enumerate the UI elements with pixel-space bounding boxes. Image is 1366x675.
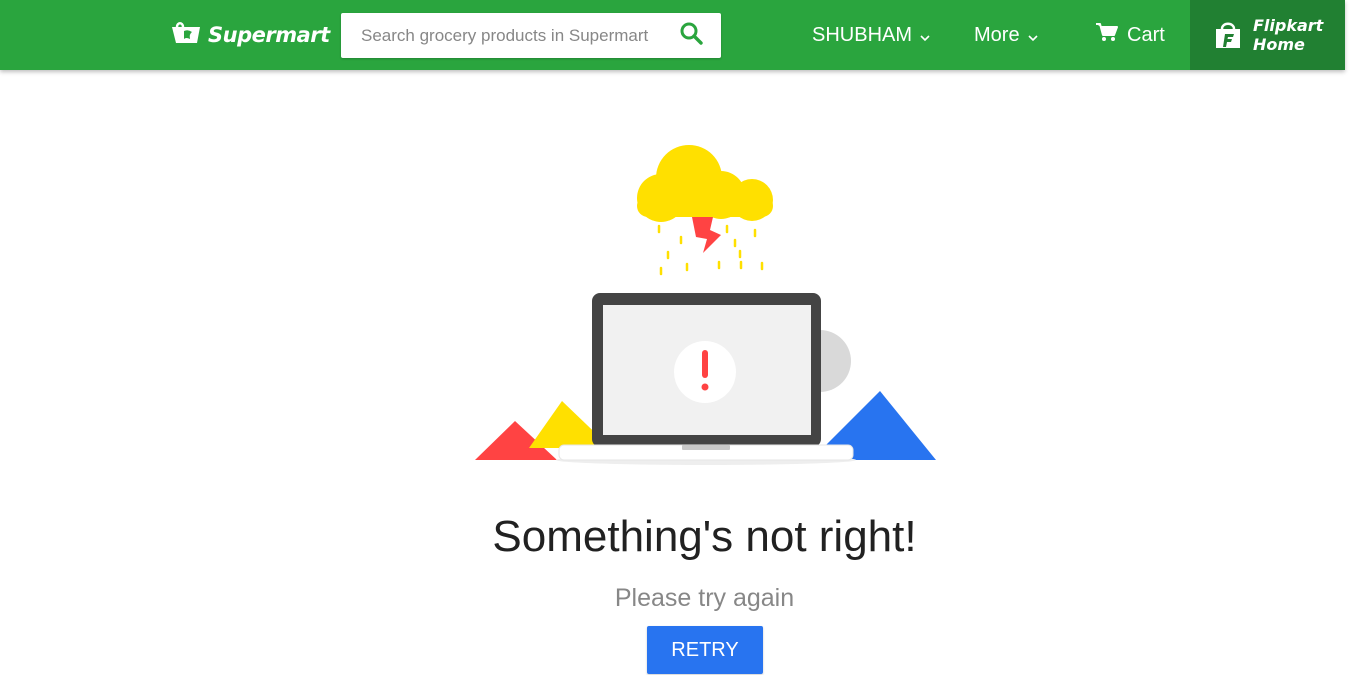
supermart-logo-icon: [170, 21, 202, 50]
flipkart-home-line1: Flipkart: [1253, 16, 1324, 35]
flipkart-home-line2: Home: [1253, 35, 1305, 54]
more-label: More: [974, 23, 1020, 46]
flipkart-bag-icon: [1214, 21, 1242, 54]
search-button[interactable]: [661, 13, 721, 58]
search-input[interactable]: [341, 13, 671, 58]
retry-button[interactable]: RETRY: [647, 626, 763, 674]
user-account-menu[interactable]: SHUBHAM: [812, 0, 930, 70]
user-name: SHUBHAM: [812, 23, 913, 46]
search-icon: [679, 21, 703, 50]
chevron-down-icon: [1028, 25, 1038, 48]
supermart-logo-text: Supermart: [208, 23, 330, 47]
error-illustration: [465, 140, 945, 475]
page-scrollbar[interactable]: [1345, 0, 1366, 675]
cart-label: Cart: [1127, 23, 1165, 46]
more-menu[interactable]: More: [974, 0, 1038, 70]
flipkart-home-button[interactable]: Flipkart Home: [1190, 0, 1345, 70]
top-navbar: Supermart SHUBHAM More: [0, 0, 1345, 70]
cart-link[interactable]: Cart: [1096, 0, 1165, 70]
search-bar: [341, 13, 721, 58]
chevron-down-icon: [920, 25, 930, 48]
error-subtitle: Please try again: [614, 584, 795, 612]
supermart-logo[interactable]: Supermart: [170, 19, 330, 51]
flipkart-home-label: Flipkart Home: [1253, 16, 1323, 54]
error-title: Something's not right!: [492, 512, 917, 561]
cart-icon: [1096, 22, 1118, 48]
